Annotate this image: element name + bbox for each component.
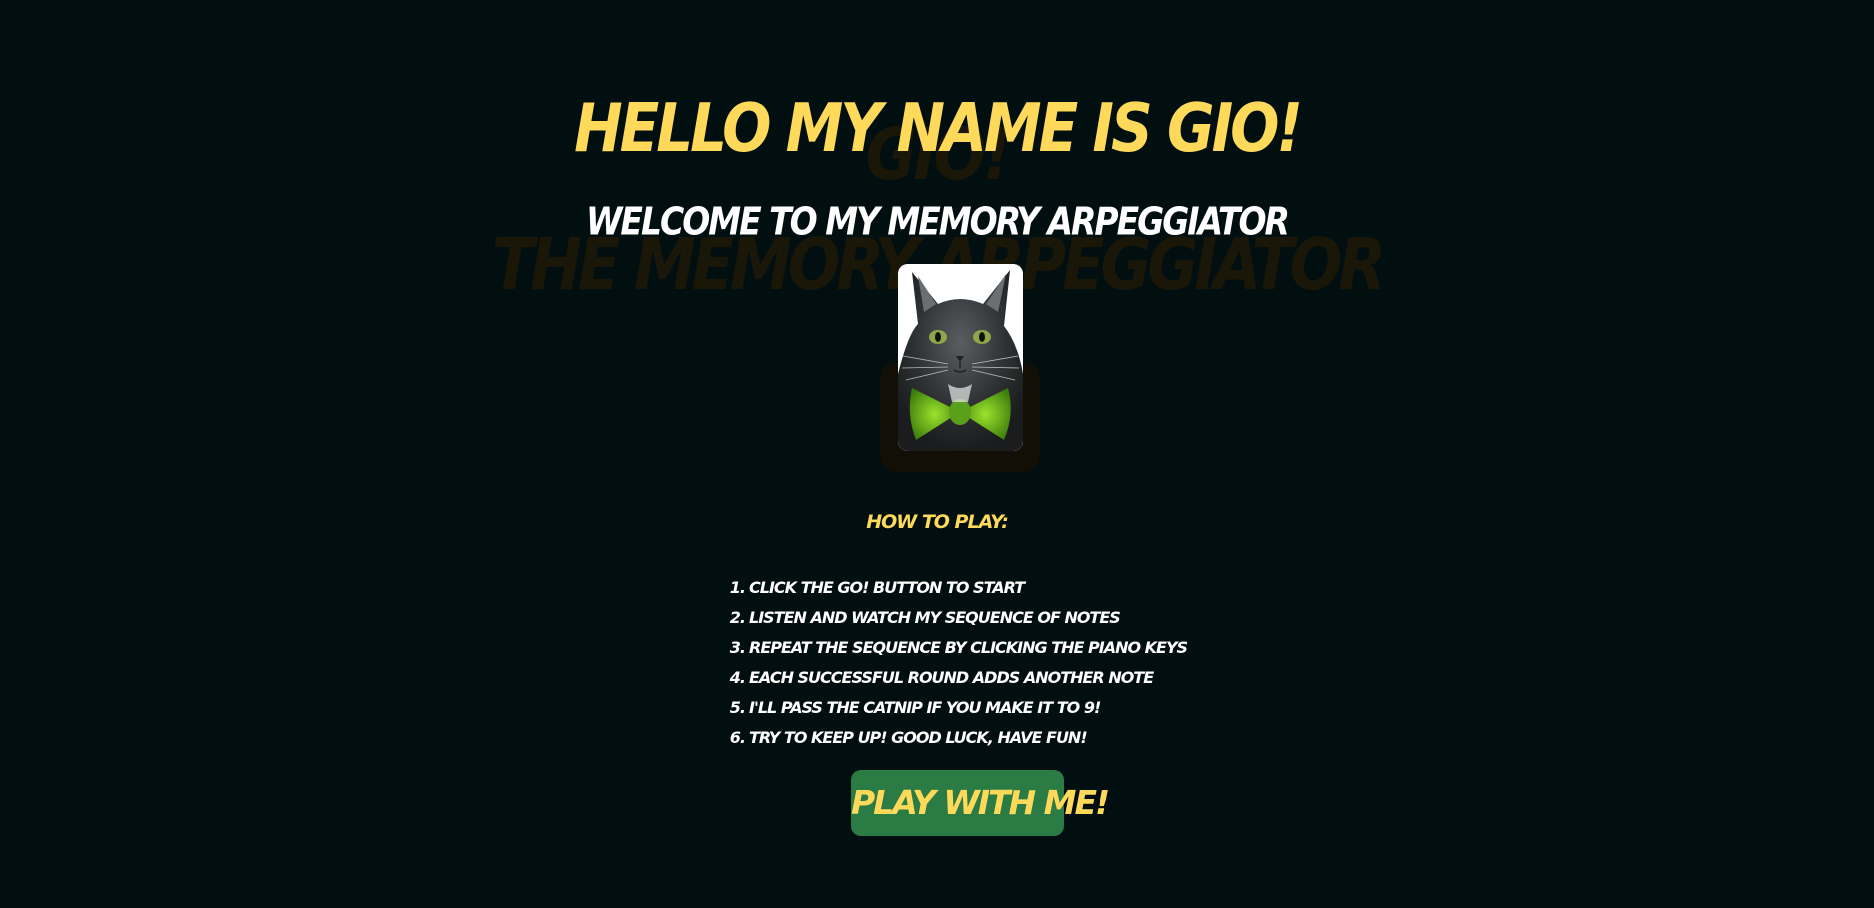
list-item: 3. REPEAT THE SEQUENCE BY CLICKING THE PI… [729,638,1188,657]
list-item: 4. EACH SUCCESSFUL ROUND ADDS ANOTHER NOT… [729,668,1154,687]
list-item: 2. LISTEN AND WATCH MY SEQUENCE OF NOTES [729,608,1121,627]
play-with-me-button[interactable]: PLAY WITH ME! [851,770,1110,836]
how-to-play-heading: HOW TO PLAY: [866,511,1009,533]
instructions-list: 1. CLICK THE GO! BUTTON TO START 2. LISTEN… [727,573,1188,753]
cat-with-bowtie-icon [898,264,1023,451]
cat-portrait-image [898,264,1023,451]
list-item: 6. TRY TO KEEP UP! GOOD LUCK, HAVE FUN! [729,728,1088,747]
page-subtitle: WELCOME TO MY MEMORY ARPEGGIATOR [586,199,1290,244]
list-item: 5. I'LL PASS THE CATNIP IF YOU MAKE IT TO… [729,698,1101,717]
page-title: HELLO MY NAME IS GIO! [574,88,1303,168]
list-item: 1. CLICK THE GO! BUTTON TO START [729,578,1025,597]
